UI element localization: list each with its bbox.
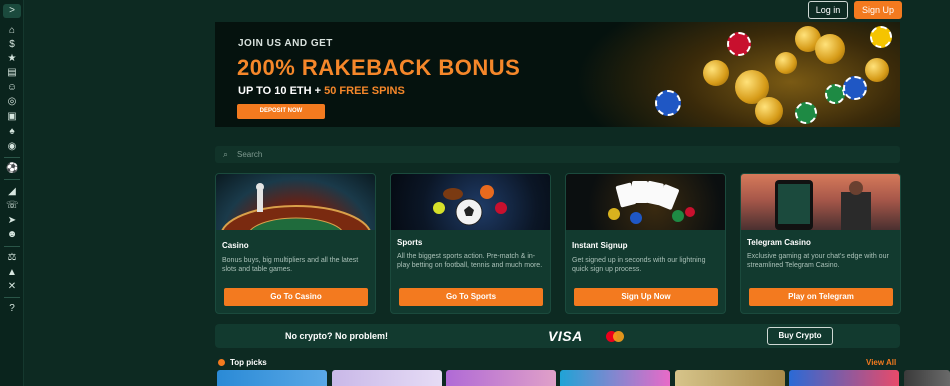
users-icon[interactable]: ☺ (6, 82, 18, 94)
poker-chip-image (843, 76, 867, 100)
poker-chip-image (727, 32, 751, 56)
go-to-casino-button[interactable]: Go To Casino (224, 288, 368, 306)
search-input[interactable] (237, 148, 887, 161)
community-icon[interactable]: ☻ (6, 229, 18, 241)
casino-card[interactable]: Casino Bonus buys, big multipliers and a… (215, 173, 376, 314)
casino-card-image (216, 174, 375, 267)
megaphone-icon[interactable]: ◢ (6, 186, 18, 198)
buy-crypto-button[interactable]: Buy Crypto (767, 327, 833, 345)
game-thumbnail[interactable] (332, 370, 442, 386)
card-description: All the biggest sports action. Pre-match… (397, 253, 543, 269)
telegram-casino-card-image (741, 174, 900, 230)
card-title: Telegram Casino (747, 238, 811, 247)
telegram-icon[interactable]: ➤ (6, 215, 18, 227)
mastercard-icon (606, 331, 628, 342)
sports-balls-image (433, 185, 507, 226)
casino-chip-icon[interactable]: ◎ (6, 96, 18, 108)
coin-image (865, 58, 889, 82)
sidebar-toggle-button[interactable]: > (3, 4, 21, 18)
play-on-telegram-button[interactable]: Play on Telegram (749, 288, 893, 306)
slots-icon[interactable]: ▣ (6, 111, 18, 123)
coin-image (815, 34, 845, 64)
poker-icon[interactable]: ♠ (6, 126, 18, 138)
instant-signup-card[interactable]: Instant Signup Get signed up in seconds … (565, 173, 726, 314)
poker-chip-image (870, 26, 892, 48)
go-to-sports-button[interactable]: Go To Sports (399, 288, 543, 306)
fairness-icon[interactable]: ⚖ (6, 252, 18, 264)
phone-image (775, 180, 871, 230)
card-title: Casino (222, 241, 249, 250)
game-thumbnail[interactable] (217, 370, 327, 386)
sidebar-divider (4, 157, 20, 158)
soccer-ball-icon[interactable]: ⚽ (6, 163, 18, 175)
roulette-icon[interactable]: ◉ (6, 141, 18, 153)
star-icon[interactable]: ★ (6, 53, 18, 65)
sidebar: > ⌂ $ ★ ▤ ☺ ◎ ▣ ♠ ◉ ⚽ ◢ ☏ ➤ ☻ ⚖ ▲ ✕ ? (0, 0, 24, 386)
sign-up-now-button[interactable]: Sign Up Now (574, 288, 718, 306)
cards-and-chips-image (608, 180, 695, 224)
crypto-message: No crypto? No problem! (285, 331, 388, 341)
banner-subtitle-accent: 50 FREE SPINS (324, 85, 405, 97)
sidebar-divider (4, 246, 20, 247)
lock-icon[interactable]: ▲ (6, 267, 18, 279)
banner-subtitle: UP TO 10 ETH + 50 FREE SPINS (238, 85, 405, 97)
view-all-link[interactable]: View All (866, 358, 896, 367)
coin-image (703, 60, 729, 86)
login-button[interactable]: Log in (808, 1, 848, 19)
game-thumbnail[interactable] (904, 370, 950, 386)
visa-logo: VISA (548, 328, 583, 344)
coin-image (775, 52, 797, 74)
sidebar-divider (4, 179, 20, 180)
sports-card-image (391, 174, 550, 230)
banner-subtitle-main: UP TO 10 ETH + (238, 85, 325, 97)
poker-chip-image (655, 90, 681, 116)
search-bar[interactable]: ⌕ (215, 146, 900, 163)
home-icon[interactable]: ⌂ (6, 25, 18, 37)
game-thumbnail[interactable] (446, 370, 556, 386)
card-title: Instant Signup (572, 241, 628, 250)
cards-icon[interactable]: ▤ (6, 67, 18, 79)
banner-title: 200% RAKEBACK BONUS (237, 55, 521, 80)
card-description: Bonus buys, big multipliers and all the … (222, 257, 359, 273)
search-icon: ⌕ (223, 149, 229, 159)
sidebar-divider (4, 297, 20, 298)
telegram-casino-card[interactable]: Telegram Casino Exclusive gaming at your… (740, 173, 901, 314)
promo-banner[interactable]: JOIN US AND GET 200% RAKEBACK BONUS UP T… (215, 22, 900, 127)
top-picks-title: Top picks (230, 358, 267, 367)
card-description: Get signed up in seconds with our lightn… (572, 257, 706, 273)
game-thumbnail[interactable] (789, 370, 899, 386)
deposit-now-button[interactable]: DEPOSIT NOW (237, 104, 325, 119)
roulette-image (220, 183, 372, 267)
coin-image (755, 97, 783, 125)
card-title: Sports (397, 238, 423, 247)
sports-card[interactable]: Sports All the biggest sports action. Pr… (390, 173, 551, 314)
game-thumbnail[interactable] (560, 370, 670, 386)
poker-chip-image (795, 102, 817, 124)
card-description: Exclusive gaming at your chat's edge wit… (747, 253, 889, 269)
dollar-icon[interactable]: $ (6, 39, 18, 51)
signup-button[interactable]: Sign Up (854, 1, 902, 19)
banner-kicker: JOIN US AND GET (238, 38, 333, 49)
fire-icon (218, 359, 225, 366)
settings-icon[interactable]: ✕ (6, 281, 18, 293)
support-icon[interactable]: ☏ (6, 200, 19, 212)
game-thumbnail[interactable] (675, 370, 785, 386)
instant-signup-card-image (566, 174, 725, 230)
help-icon[interactable]: ? (6, 303, 18, 315)
poker-chip-image (825, 84, 845, 104)
crypto-banner: No crypto? No problem! VISA Buy Crypto (215, 324, 900, 348)
